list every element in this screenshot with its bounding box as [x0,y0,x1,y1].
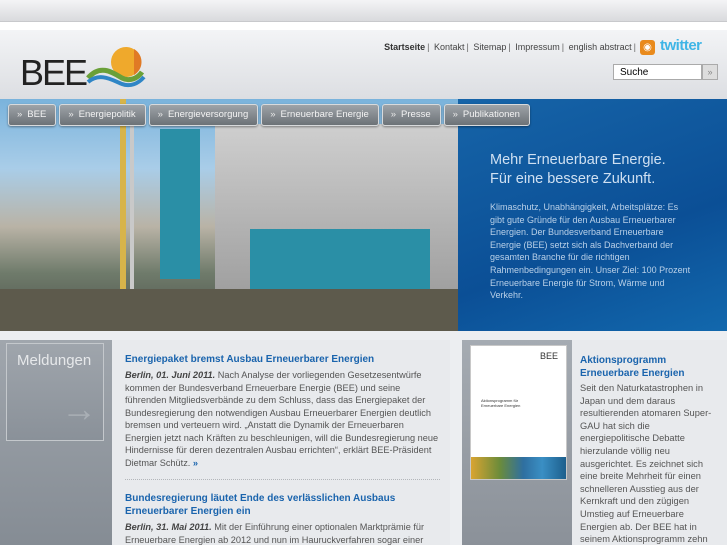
meldungen-label: Meldungen [17,352,92,369]
search-submit-button[interactable]: » [702,64,718,80]
news-title[interactable]: Bundesregierung läutet Ende des verlässl… [125,492,450,518]
nav-erneuerbare-energie[interactable]: » Erneuerbare Energie [261,104,379,126]
bee-logo[interactable]: BEE [20,44,148,93]
hero-text-panel: Mehr Erneuerbare Energie. Für eine besser… [458,99,727,331]
aktion-text: Seit den Naturkatastrophen in Japan und … [580,383,712,545]
hero: Mehr Erneuerbare Energie. Für eine besser… [0,99,727,331]
news-item: Bundesregierung läutet Ende des verlässl… [125,492,450,546]
main-nav: » BEE » Energiepolitik » Energieversorgung … [8,104,530,126]
news-item: Energiepaket bremst Ausbau Erneuerbarer … [125,353,450,469]
header: BEE Startseite | Kontakt | Sitemap | Impres… [0,30,727,99]
news-title[interactable]: Energiepaket bremst Ausbau Erneuerbarer … [125,353,450,366]
top-links: Startseite | Kontakt | Sitemap | Impressum |… [384,42,636,52]
twitter-link[interactable]: twitter [660,37,702,54]
link-kontakt[interactable]: Kontakt [434,42,465,52]
hero-text: Klimaschutz, Unabhängigkeit, Arbeitsplät… [490,202,691,301]
aktion-title[interactable]: Aktionsprogramm Erneuerbare Energien [580,354,720,380]
nav-energieversorgung[interactable]: » Energieversorgung [148,104,259,126]
hero-title: Mehr Erneuerbare Energie. Für eine besser… [490,152,666,187]
page: BEE Startseite | Kontakt | Sitemap | Impres… [0,30,727,545]
search-form: » [613,64,718,80]
logo-text: BEE [20,52,88,93]
meldungen-column: Meldungen → [0,340,112,545]
nav-publikationen[interactable]: » Publikationen [443,104,530,126]
search-input[interactable] [613,64,702,80]
divider [125,479,440,480]
link-english-abstract[interactable]: english abstract [569,42,632,52]
link-startseite[interactable]: Startseite [384,42,425,52]
news-dateline: Berlin, 01. Juni 2011. [125,370,216,380]
aktionsprogramm-box: BEE Aktionsprogramm für Erneuerbare Ener… [462,340,727,545]
link-sitemap[interactable]: Sitemap [473,42,506,52]
news-list: Energiepaket bremst Ausbau Erneuerbarer … [112,340,450,545]
logo-sun-wave-icon [86,47,146,88]
nav-bee[interactable]: » BEE [8,104,57,126]
hero-photo [0,99,458,331]
news-text: Nach Analyse der vorliegenden Gesetzesen… [125,370,439,468]
nav-presse[interactable]: » Presse [381,104,441,126]
read-more-link[interactable]: » [193,458,198,468]
news-dateline: Berlin, 31. Mai 2011. [125,522,212,532]
browser-top-strip [0,0,727,22]
publication-thumbnail[interactable]: BEE Aktionsprogramm für Erneuerbare Ener… [470,345,567,480]
nav-energiepolitik[interactable]: » Energiepolitik [59,104,146,126]
arrow-right-icon: → [61,388,97,429]
rss-icon[interactable]: ◉ [640,40,655,55]
link-impressum[interactable]: Impressum [515,42,560,52]
meldungen-box[interactable]: Meldungen → [6,343,104,441]
